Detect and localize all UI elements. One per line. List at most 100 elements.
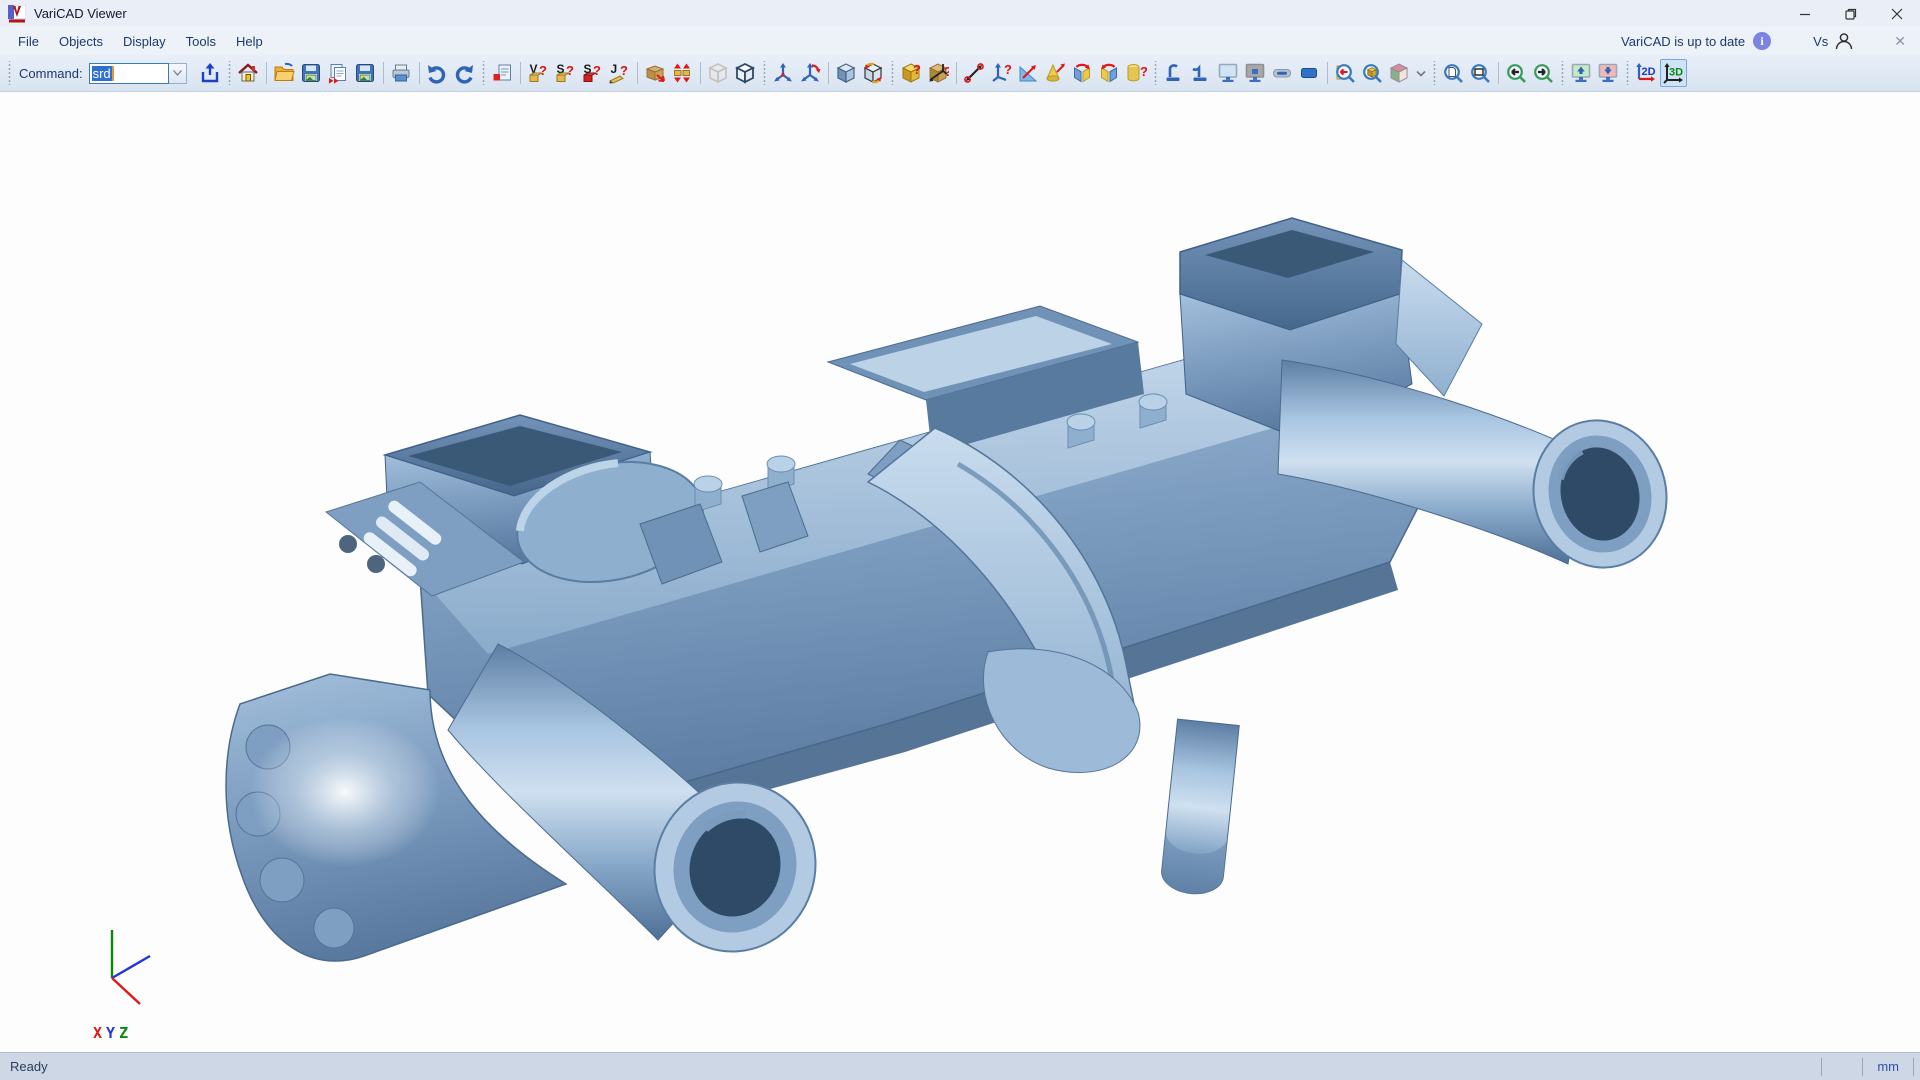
toolbar-separator [1498, 62, 1499, 84]
menu-objects[interactable]: Objects [49, 29, 113, 54]
object-info-icon[interactable]: J? [606, 59, 633, 87]
svg-text:?: ? [593, 63, 601, 78]
wireframe-display-icon[interactable] [705, 59, 732, 87]
open-file-icon[interactable] [271, 59, 298, 87]
save-image-icon[interactable] [352, 59, 379, 87]
svg-text:?: ? [539, 63, 547, 78]
user-account-icon[interactable] [1834, 31, 1854, 51]
screen-minimize-icon[interactable] [1595, 59, 1622, 87]
text-caret [112, 66, 114, 81]
display-dark-icon[interactable] [1242, 59, 1269, 87]
3d-viewport[interactable]: XYZ [0, 92, 1920, 1052]
axis-triad [70, 912, 180, 1022]
svg-text:?: ? [913, 62, 921, 77]
solid-info-icon[interactable]: S? [552, 59, 579, 87]
toolbar-separator [1327, 62, 1328, 84]
undo-icon[interactable] [424, 59, 451, 87]
print-icon[interactable] [388, 59, 415, 87]
varicad-logo-icon [8, 5, 26, 23]
solid-display-icon[interactable] [732, 59, 759, 87]
background-color-icon[interactable] [1296, 59, 1323, 87]
toolbar-drag-handle[interactable] [1625, 61, 1630, 85]
view-2d-icon[interactable]: 2D [1633, 59, 1660, 87]
command-input-value: srd [92, 66, 112, 81]
svg-text:?: ? [1004, 62, 1012, 77]
toolbar-drag-handle[interactable] [7, 61, 12, 85]
light-source-2-icon[interactable] [1188, 59, 1215, 87]
view-info-icon[interactable]: V? [525, 59, 552, 87]
load-objects-icon[interactable] [642, 59, 669, 87]
svg-text:?: ? [944, 64, 949, 79]
home-icon[interactable] [235, 59, 262, 87]
display-bright-icon[interactable] [1215, 59, 1242, 87]
solid-question-icon[interactable]: ? [898, 59, 925, 87]
close-button[interactable] [1874, 0, 1920, 27]
command-label: Command: [19, 66, 83, 81]
title-bar: VariCAD Viewer [0, 0, 1920, 27]
explode-assembly-icon[interactable] [669, 59, 696, 87]
toolbar-separator [828, 62, 829, 84]
panel-close-icon[interactable]: ✕ [1894, 33, 1906, 50]
measure-area-icon[interactable] [1015, 59, 1042, 87]
menu-tools[interactable]: Tools [176, 29, 226, 54]
menu-file[interactable]: File [8, 29, 49, 54]
measure-volume-icon[interactable] [1042, 59, 1069, 87]
restore-button[interactable] [1828, 0, 1874, 27]
measure-cylinder-icon[interactable]: ? [1123, 59, 1150, 87]
toolbar-drag-handle[interactable] [890, 61, 895, 85]
svg-text:?: ? [1140, 64, 1147, 79]
axis-label-x: X [93, 1024, 106, 1042]
svg-text:?: ? [566, 63, 574, 78]
minimize-button[interactable] [1782, 0, 1828, 27]
flip-view-right-icon[interactable] [1096, 59, 1123, 87]
move-objects-icon[interactable] [770, 59, 797, 87]
user-label: Vs [1813, 34, 1828, 49]
flip-view-left-icon[interactable] [1069, 59, 1096, 87]
zoom-previous-icon[interactable] [1332, 59, 1359, 87]
cad-model[interactable] [0, 92, 1920, 1052]
solid-detail-info-icon[interactable]: S? [579, 59, 606, 87]
info-icon[interactable]: i [1753, 32, 1771, 50]
measure-distance-icon[interactable] [961, 59, 988, 87]
zoom-objects-icon[interactable] [1359, 59, 1386, 87]
units-indicator[interactable]: mm [1863, 1059, 1913, 1074]
toolbar-drag-handle[interactable] [762, 61, 767, 85]
zoom-window-icon[interactable] [1467, 59, 1494, 87]
toolbar-drag-handle[interactable] [1153, 61, 1158, 85]
shaded-view-icon[interactable] [833, 59, 860, 87]
paste-objects-icon[interactable] [489, 59, 516, 87]
screen-maximize-icon[interactable] [1568, 59, 1595, 87]
menu-help[interactable]: Help [226, 29, 273, 54]
point-coordinates-icon[interactable]: ? [988, 59, 1015, 87]
rotate-objects-icon[interactable] [797, 59, 824, 87]
copy-objects-icon[interactable] [325, 59, 352, 87]
toolbar-drag-handle[interactable] [1432, 61, 1437, 85]
redo-icon[interactable] [451, 59, 478, 87]
view-3d-icon[interactable]: 3D [1660, 59, 1687, 87]
light-source-1-icon[interactable] [1161, 59, 1188, 87]
toolbar-drag-handle[interactable] [481, 61, 486, 85]
colors-dropdown-icon[interactable] [1413, 59, 1429, 87]
view-next-icon[interactable] [1530, 59, 1557, 87]
solid-position-question-icon[interactable]: ? [925, 59, 952, 87]
svg-text:J: J [611, 62, 618, 76]
zoom-all-icon[interactable] [1440, 59, 1467, 87]
axis-labels: XYZ [93, 1024, 132, 1042]
object-colors-icon[interactable] [1386, 59, 1413, 87]
toolbar-drag-handle[interactable] [1560, 61, 1565, 85]
toolbar-separator [700, 62, 701, 84]
toolbar-separator [956, 62, 957, 84]
command-dropdown-button[interactable] [169, 63, 187, 84]
command-input[interactable]: srd [89, 63, 169, 84]
save-icon[interactable] [298, 59, 325, 87]
axis-label-z: Z [119, 1024, 132, 1042]
menu-display[interactable]: Display [113, 29, 176, 54]
svg-text:3D: 3D [1669, 67, 1683, 79]
toolbar-separator [383, 62, 384, 84]
flat-display-icon[interactable] [1269, 59, 1296, 87]
view-previous-icon[interactable] [1503, 59, 1530, 87]
axis-label-y: Y [106, 1024, 119, 1042]
rotate-view-icon[interactable] [860, 59, 887, 87]
export-icon[interactable] [197, 59, 224, 87]
toolbar-drag-handle[interactable] [227, 61, 232, 85]
